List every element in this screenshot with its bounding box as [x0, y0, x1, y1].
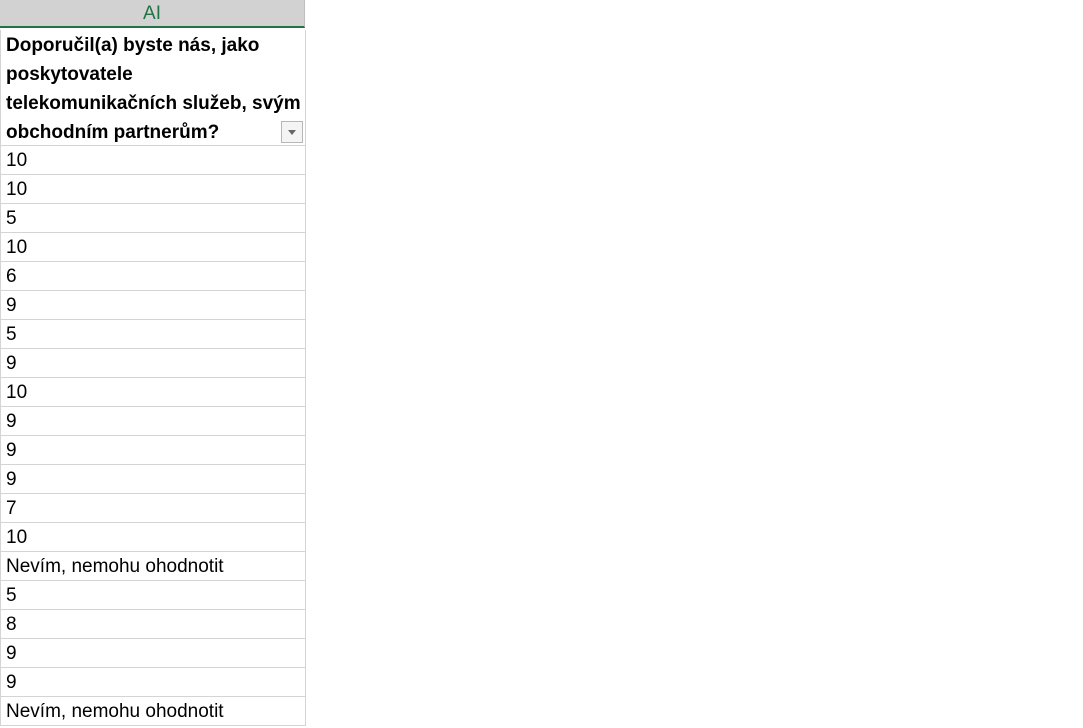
header-cell-text: Doporučil(a) byste nás, jako poskytovate… — [6, 35, 301, 143]
cell[interactable]: 5 — [0, 204, 306, 233]
cell[interactable]: 7 — [0, 494, 306, 523]
cell[interactable]: 10 — [0, 175, 306, 204]
cell[interactable]: Nevím, nemohu ohodnotit — [0, 697, 306, 726]
column-header-ai[interactable]: AI — [0, 0, 305, 28]
cell[interactable]: 10 — [0, 233, 306, 262]
cell[interactable]: 9 — [0, 639, 306, 668]
cell[interactable]: 5 — [0, 320, 306, 349]
cell[interactable]: 6 — [0, 262, 306, 291]
filter-dropdown-icon — [288, 130, 296, 135]
filter-dropdown-button[interactable] — [281, 121, 303, 143]
cell[interactable]: 10 — [0, 523, 306, 552]
cell[interactable]: 9 — [0, 465, 306, 494]
cell[interactable]: 9 — [0, 291, 306, 320]
cell[interactable]: 10 — [0, 378, 306, 407]
cell[interactable]: 10 — [0, 146, 306, 175]
spreadsheet: AI Doporučil(a) byste nás, jako poskytov… — [0, 0, 306, 728]
header-cell[interactable]: Doporučil(a) byste nás, jako poskytovate… — [0, 30, 306, 146]
cell[interactable]: Nevím, nemohu ohodnotit — [0, 552, 306, 581]
cell[interactable]: 9 — [0, 407, 306, 436]
cell[interactable]: 9 — [0, 668, 306, 697]
cell[interactable]: 8 — [0, 610, 306, 639]
data-rows: 10 10 5 10 6 9 5 9 10 9 9 9 7 10 Nevím, … — [0, 146, 306, 726]
cell[interactable]: 9 — [0, 349, 306, 378]
cell[interactable]: 9 — [0, 436, 306, 465]
cell[interactable]: 5 — [0, 581, 306, 610]
